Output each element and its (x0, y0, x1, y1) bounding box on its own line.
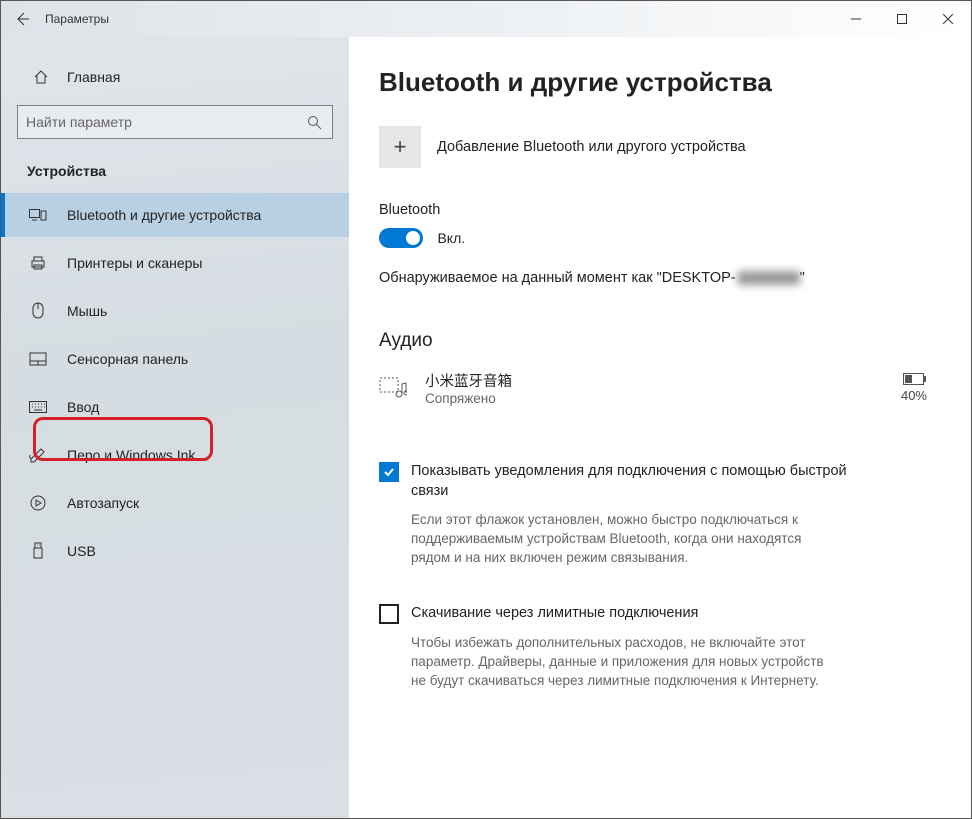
sidebar-item-label: USB (67, 543, 96, 559)
add-device-row[interactable]: + Добавление Bluetooth или другого устро… (379, 126, 927, 168)
hostname-blurred (738, 271, 800, 285)
sidebar-item-pen[interactable]: Перо и Windows Ink (1, 433, 349, 477)
checkbox-swift-pair-desc: Если этот флажок установлен, можно быстр… (411, 511, 841, 568)
sidebar-item-label: Принтеры и сканеры (67, 255, 202, 271)
device-status: Сопряжено (425, 391, 901, 406)
back-button[interactable] (1, 1, 45, 37)
add-device-button[interactable]: + (379, 126, 421, 168)
device-battery: 40% (901, 388, 927, 403)
add-device-label: Добавление Bluetooth или другого устройс… (437, 139, 746, 155)
content: Bluetooth и другие устройства + Добавлен… (349, 37, 971, 818)
search-icon (304, 115, 324, 130)
bluetooth-toggle[interactable] (379, 228, 423, 248)
window-title: Параметры (45, 12, 109, 26)
devices-icon (27, 208, 49, 222)
checkbox-metered-desc: Чтобы избежать дополнительных расходов, … (411, 634, 841, 691)
search-box[interactable] (17, 105, 333, 139)
sidebar-item-printers[interactable]: Принтеры и сканеры (1, 241, 349, 285)
sidebar-item-autoplay[interactable]: Автозапуск (1, 481, 349, 525)
mouse-icon (27, 302, 49, 320)
home-label: Главная (67, 69, 120, 85)
bluetooth-label: Bluetooth (379, 202, 927, 218)
device-name: 小米蓝牙音箱 (425, 370, 901, 391)
keyboard-icon (27, 401, 49, 413)
sidebar-item-label: Мышь (67, 303, 107, 319)
audio-device-icon (379, 376, 413, 400)
plus-icon: + (394, 134, 407, 160)
page-title: Bluetooth и другие устройства (379, 67, 927, 98)
sidebar-item-label: Сенсорная панель (67, 351, 188, 367)
checkbox-icon (379, 604, 399, 624)
home-icon (31, 69, 51, 85)
sidebar: Главная Устройства Bluetooth и другие ус… (1, 37, 349, 818)
sidebar-item-label: Ввод (67, 399, 99, 415)
autoplay-icon (27, 495, 49, 511)
pen-icon (27, 447, 49, 463)
sidebar-item-touchpad[interactable]: Сенсорная панель (1, 337, 349, 381)
sidebar-item-label: Bluetooth и другие устройства (67, 207, 261, 223)
sidebar-item-typing[interactable]: Ввод (1, 385, 349, 429)
battery-icon (903, 373, 927, 385)
checkbox-label: Показывать уведомления для подключения с… (411, 462, 851, 501)
sidebar-item-mouse[interactable]: Мышь (1, 289, 349, 333)
sidebar-item-label: Перо и Windows Ink (67, 447, 195, 463)
section-audio-heading: Аудио (379, 330, 927, 352)
sidebar-item-usb[interactable]: USB (1, 529, 349, 573)
usb-icon (27, 542, 49, 560)
checkbox-label: Скачивание через лимитные подключения (411, 604, 698, 624)
arrow-left-icon (15, 11, 31, 27)
discoverable-text: Обнаруживаемое на данный момент как "DES… (379, 270, 927, 286)
checkbox-metered[interactable]: Скачивание через лимитные подключения (379, 604, 927, 624)
maximize-button[interactable] (879, 1, 925, 37)
toggle-state-label: Вкл. (437, 230, 465, 246)
minimize-button[interactable] (833, 1, 879, 37)
checkbox-icon (379, 462, 399, 482)
sidebar-item-bluetooth[interactable]: Bluetooth и другие устройства (1, 193, 349, 237)
device[interactable]: 小米蓝牙音箱 Сопряжено 40% (379, 366, 927, 410)
search-input[interactable] (26, 114, 304, 130)
printer-icon (27, 255, 49, 271)
titlebar: Параметры (1, 1, 971, 37)
close-button[interactable] (925, 1, 971, 37)
sidebar-item-label: Автозапуск (67, 495, 139, 511)
home-link[interactable]: Главная (17, 61, 333, 93)
category-title: Устройства (17, 157, 333, 193)
touchpad-icon (27, 352, 49, 366)
checkbox-swift-pair[interactable]: Показывать уведомления для подключения с… (379, 462, 927, 501)
